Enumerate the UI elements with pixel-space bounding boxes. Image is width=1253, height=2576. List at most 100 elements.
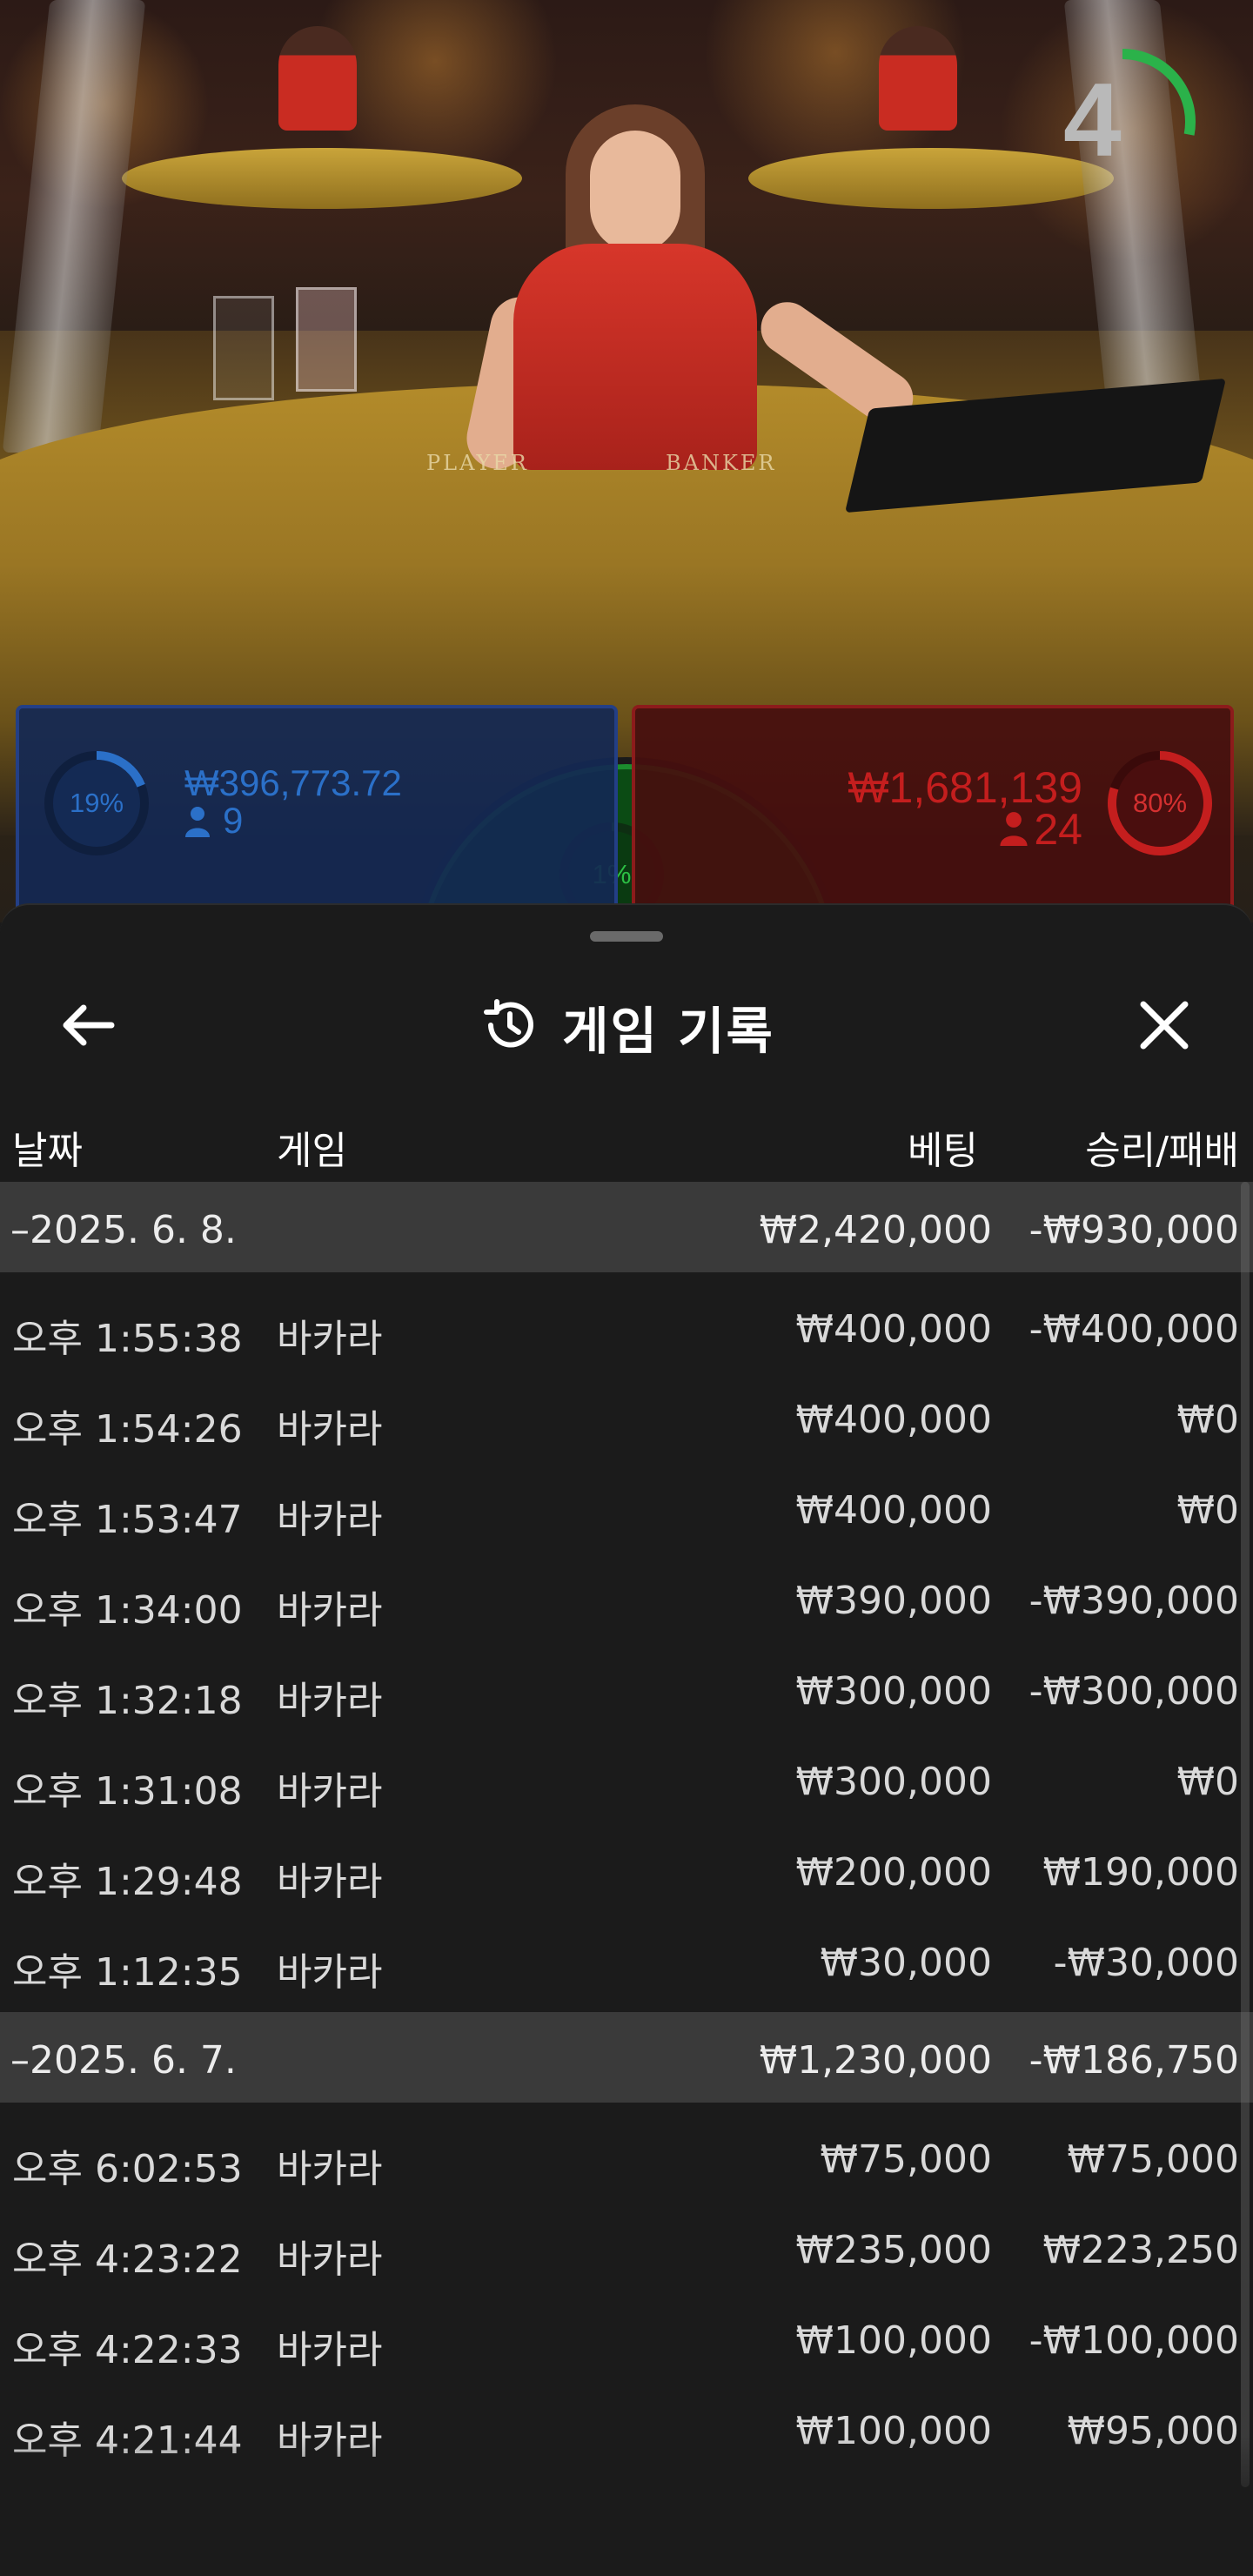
banker-percent-label: 80%: [1132, 788, 1188, 818]
row-time: 오후 1:12:35: [12, 1950, 243, 1995]
row-game: 바카라: [277, 2328, 383, 2372]
row-game: 바카라: [277, 1679, 383, 1723]
row-game: 바카라: [277, 1498, 383, 1542]
player-bet-amount: ₩396,773.72: [184, 762, 402, 803]
history-row[interactable]: 오후 1:32:18 바카라 ₩300,000 -₩300,000: [0, 1643, 1253, 1734]
row-time: 오후 1:32:18: [12, 1679, 243, 1723]
history-row[interactable]: 오후 1:34:00 바카라 ₩390,000 -₩390,000: [0, 1553, 1253, 1643]
row-time: 오후 1:34:00: [12, 1588, 243, 1633]
sheet-title: 게임 기록: [562, 1002, 774, 1061]
history-row[interactable]: 오후 1:54:26 바카라 ₩400,000 ₩0: [0, 1372, 1253, 1462]
group-total-result: -₩930,000: [1029, 1208, 1239, 1252]
row-result: ₩75,000: [1067, 2137, 1239, 2182]
row-bet: ₩300,000: [795, 1760, 992, 1804]
history-clock-icon: [479, 995, 539, 1059]
close-icon: [1138, 999, 1190, 1055]
column-header-result: 승리/패배: [1085, 1129, 1239, 1173]
group-date: –2025. 6. 7.: [10, 2038, 237, 2083]
row-bet: ₩390,000: [795, 1579, 992, 1623]
history-list: –2025. 6. 8. ₩2,420,000 -₩930,000 오후 1:5…: [0, 1182, 1253, 2473]
row-result: ₩0: [1176, 1488, 1240, 1533]
table-label-player: PLAYER: [426, 451, 529, 475]
game-history-sheet: 게임 기록 날짜 게임 베팅 승리/패배 –2025. 6. 8. ₩2,420…: [0, 903, 1253, 2576]
banker-bettor-count: 24: [1034, 805, 1082, 854]
row-bet: ₩100,000: [795, 2318, 992, 2363]
group-total-result: -₩186,750: [1029, 2038, 1239, 2083]
banker-percent-ring: 80%: [1102, 745, 1218, 862]
player-percent-ring: 19%: [38, 745, 155, 862]
row-game: 바카라: [277, 1317, 383, 1361]
row-result: -₩100,000: [1029, 2318, 1239, 2363]
row-time: 오후 6:02:53: [12, 2147, 243, 2191]
countdown-timer: 4: [1044, 35, 1201, 209]
row-result: ₩190,000: [1042, 1850, 1239, 1895]
row-game: 바카라: [277, 2147, 383, 2191]
history-table-header: 날짜 게임 베팅 승리/패배: [0, 1109, 1253, 1173]
history-row[interactable]: 오후 1:12:35 바카라 ₩30,000 -₩30,000: [0, 1915, 1253, 2005]
history-row[interactable]: 오후 1:53:47 바카라 ₩400,000 ₩0: [0, 1462, 1253, 1553]
row-bet: ₩400,000: [795, 1307, 992, 1352]
date-group-header[interactable]: –2025. 6. 8. ₩2,420,000 -₩930,000: [0, 1182, 1253, 1272]
row-result: ₩0: [1176, 1760, 1240, 1804]
close-button[interactable]: [1129, 992, 1199, 1062]
history-scrollbar[interactable]: [1241, 1182, 1250, 2487]
row-bet: ₩75,000: [820, 2137, 992, 2182]
row-time: 오후 4:22:33: [12, 2328, 243, 2372]
person-icon: [999, 811, 1029, 849]
history-row[interactable]: 오후 1:29:48 바카라 ₩200,000 ₩190,000: [0, 1824, 1253, 1915]
row-time: 오후 1:55:38: [12, 1317, 243, 1361]
card-holder: [296, 287, 357, 392]
history-row[interactable]: 오후 4:23:22 바카라 ₩235,000 ₩223,250: [0, 2202, 1253, 2292]
dealer: [460, 104, 924, 475]
row-bet: ₩30,000: [820, 1941, 992, 1985]
group-date: –2025. 6. 8.: [10, 1208, 237, 1252]
player-bet-panel[interactable]: 19% ₩396,773.72 9: [16, 705, 618, 922]
sheet-drag-handle[interactable]: [590, 931, 663, 942]
row-result: -₩300,000: [1029, 1669, 1239, 1714]
row-result: -₩400,000: [1029, 1307, 1239, 1352]
background-table-left: [122, 148, 522, 209]
row-result: -₩30,000: [1053, 1941, 1239, 1985]
date-group-header[interactable]: –2025. 6. 7. ₩1,230,000 -₩186,750: [0, 2012, 1253, 2103]
player-bettor-count: 9: [223, 800, 244, 841]
row-bet: ₩400,000: [795, 1398, 992, 1442]
column-header-game: 게임: [277, 1129, 347, 1173]
row-time: 오후 1:53:47: [12, 1498, 243, 1542]
row-game: 바카라: [277, 2237, 383, 2282]
row-time: 오후 1:31:08: [12, 1769, 243, 1814]
background-dealer-left: [278, 26, 357, 131]
column-header-date: 날짜: [12, 1129, 83, 1173]
column-header-bet: 베팅: [908, 1129, 978, 1173]
banker-bet-panel[interactable]: ₩1,681,139 24 80%: [632, 705, 1234, 922]
list-fade-overlay: [0, 2437, 1253, 2576]
row-game: 바카라: [277, 1588, 383, 1633]
group-total-bet: ₩1,230,000: [759, 2038, 992, 2083]
sheet-header: 게임 기록: [0, 990, 1253, 1063]
row-game: 바카라: [277, 1860, 383, 1904]
player-percent-label: 19%: [69, 788, 124, 818]
group-total-bet: ₩2,420,000: [759, 1208, 992, 1252]
history-row[interactable]: 오후 6:02:53 바카라 ₩75,000 ₩75,000: [0, 2111, 1253, 2202]
row-game: 바카라: [277, 1407, 383, 1452]
history-row[interactable]: 오후 1:55:38 바카라 ₩400,000 -₩400,000: [0, 1281, 1253, 1372]
row-time: 오후 4:23:22: [12, 2237, 243, 2282]
row-result: ₩0: [1176, 1398, 1240, 1442]
row-time: 오후 1:54:26: [12, 1407, 243, 1452]
background-dealer-right: [879, 26, 957, 131]
row-time: 오후 1:29:48: [12, 1860, 243, 1904]
row-game: 바카라: [277, 1950, 383, 1995]
row-bet: ₩400,000: [795, 1488, 992, 1533]
person-icon: [184, 806, 211, 841]
row-bet: ₩200,000: [795, 1850, 992, 1895]
bet-statistics-bar: 1% 19% ₩396,773.72 9 ₩1,681,139 24 80%: [0, 696, 1253, 1192]
row-result: -₩390,000: [1029, 1579, 1239, 1623]
row-game: 바카라: [277, 1769, 383, 1814]
countdown-value: 4: [1063, 62, 1122, 178]
discard-holder: [213, 296, 274, 400]
history-row[interactable]: 오후 1:31:08 바카라 ₩300,000 ₩0: [0, 1734, 1253, 1824]
row-bet: ₩300,000: [795, 1669, 992, 1714]
history-row[interactable]: 오후 4:22:33 바카라 ₩100,000 -₩100,000: [0, 2292, 1253, 2383]
row-bet: ₩235,000: [795, 2228, 992, 2272]
row-result: ₩223,250: [1042, 2228, 1239, 2272]
table-label-banker: BANKER: [666, 451, 777, 475]
